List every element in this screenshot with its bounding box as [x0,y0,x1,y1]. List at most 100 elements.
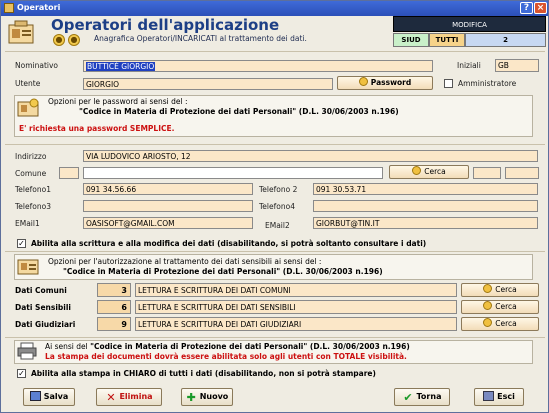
dati-sensibili-cerca-button[interactable]: Cerca [461,300,539,314]
dati-giudiziari-cerca-button[interactable]: Cerca [461,317,539,331]
cerca-label: Cerca [495,302,517,311]
operator-card-icon [8,20,34,44]
esci-button[interactable]: Esci [474,388,524,406]
dati-giudiziari-code[interactable]: 9 [97,317,131,331]
save-icon [29,391,41,401]
nuovo-button[interactable]: ✚ Nuovo [181,388,233,406]
indirizzo-field[interactable]: VIA LUDOVICO ARIOSTO, 12 [83,150,538,162]
utente-label: Utente [15,79,41,88]
stampa-prefix: Ai sensi del [45,342,91,351]
cerca-label: Cerca [495,285,517,294]
salva-label: Salva [43,392,69,401]
tutti-badge: TUTTI [429,33,465,47]
amministratore-label: Amministratore [458,79,517,88]
nominativo-label: Nominativo [15,61,58,70]
telefono3-label: Telefono3 [15,202,51,211]
dati-comuni-label: Dati Comuni [15,286,67,295]
password-codice-text: "Codice in Materia di Protezione dei dat… [79,107,399,116]
email1-field[interactable]: OASISOFT@GMAIL.COM [83,217,253,229]
stampa-suffix: (D.L. 30/06/2003 n.196) [307,342,410,351]
nuovo-label: Nuovo [199,392,229,401]
page-subtitle: Anagrafica Operatori/INCARICATI al tratt… [94,34,307,43]
delete-icon: ✕ [106,391,116,404]
title-bar: Operatori ? × [1,1,548,16]
operatori-window: Operatori ? × Operatori dell'applicazion… [0,0,549,413]
plus-icon: ✚ [186,391,196,404]
email2-field[interactable]: GIORBUT@TIN.IT [313,217,538,229]
stampa-warning: La stampa dei documenti dovrà essere abi… [45,352,407,361]
telefono2-label: Telefono 2 [259,185,298,194]
stampa-codice: "Codice in Materia di Protezione dei dat… [90,342,308,351]
telefono1-field[interactable]: 091 34.56.66 [83,183,253,195]
search-icon [483,301,493,310]
auth-options-text: Opzioni per l'autorizzazione al trattame… [48,257,322,266]
dati-giudiziari-label: Dati Giudiziari [15,320,76,329]
nominativo-value: BUTTICÈ GIORGIO [86,62,156,71]
torna-label: Torna [416,392,442,401]
siud-badge: SIUD [393,33,429,47]
exit-icon [483,391,495,401]
password-button[interactable]: Password [337,76,433,90]
telefono2-field[interactable]: 091 30.53.71 [313,183,538,195]
password-requirement: E' richiesta una password SEMPLICE. [19,124,175,133]
telefono4-label: Telefono4 [259,202,295,211]
close-button[interactable]: × [534,2,547,14]
esci-label: Esci [497,392,515,401]
divider [5,337,545,338]
dati-sensibili-label: Dati Sensibili [15,303,71,312]
elimina-button[interactable]: ✕ Elimina [96,388,162,406]
authorization-card-icon [17,259,39,275]
telefono1-label: Telefono1 [15,185,51,194]
divider [5,144,545,145]
dati-comuni-code[interactable]: 3 [97,283,131,297]
window-title: Operatori [17,3,61,12]
search-icon [412,166,422,175]
divider [5,251,545,252]
auth-codice-text: "Codice in Materia di Protezione dei dat… [63,267,383,276]
page-title: Operatori dell'applicazione [51,16,280,34]
iniziali-field[interactable]: GB [495,59,539,72]
abilita-stampa-label: Abilita alla stampa in CHIARO di tutti i… [31,369,376,378]
help-button[interactable]: ? [520,2,533,14]
dati-comuni-cerca-button[interactable]: Cerca [461,283,539,297]
telefono4-field[interactable] [313,200,538,212]
provincia-field[interactable] [473,167,501,179]
record-count: 2 [465,33,546,47]
divider [5,51,545,52]
key-icon [358,77,368,86]
stampa-text: Ai sensi del "Codice in Materia di Prote… [45,342,410,351]
salva-button[interactable]: Salva [23,388,75,406]
comune-field[interactable] [83,167,383,179]
comune-label: Comune [15,169,47,178]
comune-cerca-button[interactable]: Cerca [389,165,469,179]
dati-giudiziari-field[interactable]: LETTURA E SCRITTURA DEI DATI GIUDIZIARI [135,317,457,331]
email2-label: EMail2 [265,221,290,230]
key-icon: ● [68,34,80,46]
dati-comuni-field[interactable]: LETTURA E SCRITTURA DEI DATI COMUNI [135,283,457,297]
elimina-label: Elimina [119,392,153,401]
lock-icon: ● [53,34,65,46]
iniziali-label: Iniziali [457,61,481,70]
abilita-scrittura-checkbox[interactable] [17,239,26,248]
dati-sensibili-field[interactable]: LETTURA E SCRITTURA DEI DATI SENSIBILI [135,300,457,314]
check-icon: ✔ [403,391,413,404]
amministratore-checkbox[interactable] [444,79,453,88]
dati-sensibili-code[interactable]: 6 [97,300,131,314]
search-icon [483,284,493,293]
telefono3-field[interactable] [83,200,253,212]
app-icon [4,3,14,13]
torna-button[interactable]: ✔ Torna [394,388,450,406]
password-button-label: Password [370,78,412,87]
search-icon [483,318,493,327]
cerca-label: Cerca [424,167,446,176]
mode-indicator: MODIFICA [393,16,546,32]
password-options-text: Opzioni per le password ai sensi del : [48,97,188,106]
cap-code-field[interactable] [505,167,539,179]
abilita-stampa-checkbox[interactable] [17,369,26,378]
printer-icon [17,342,37,360]
password-card-icon [17,98,39,117]
nominativo-field[interactable]: BUTTICÈ GIORGIO [83,60,433,72]
cerca-label: Cerca [495,319,517,328]
cap-field[interactable] [59,167,79,179]
utente-field[interactable]: GIORGIO [83,78,333,90]
